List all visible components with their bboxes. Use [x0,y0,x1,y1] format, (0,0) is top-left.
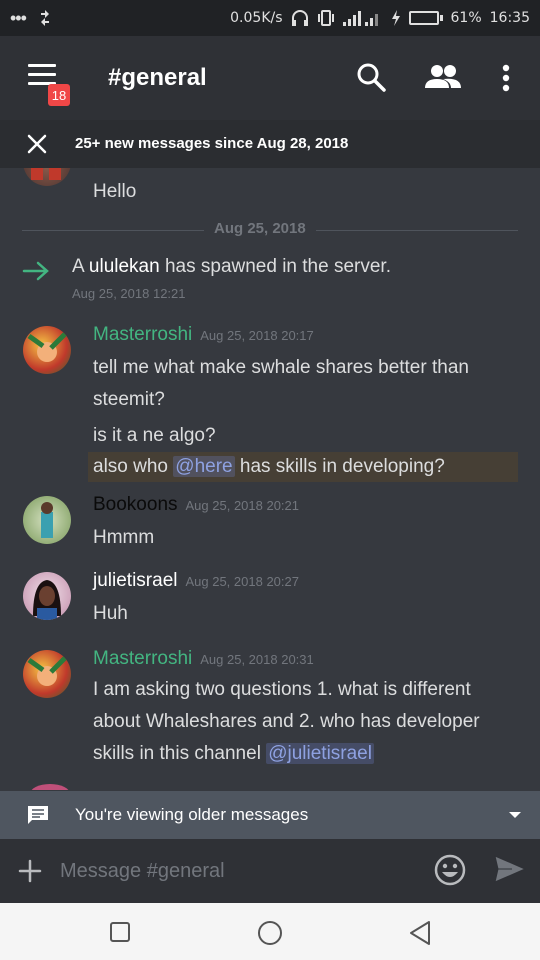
add-attachment-icon[interactable] [18,859,42,883]
date-divider-label: Aug 25, 2018 [204,220,316,237]
app-bar: 18 #general [0,36,540,120]
search-icon[interactable] [356,62,386,92]
message-composer: Message #general [0,839,540,903]
message-text: about Whaleshares and 2. who has develop… [93,711,480,732]
join-arrow-icon [22,261,49,281]
message-text: Hmmm [93,527,155,548]
menu-icon[interactable] [28,64,56,86]
avatar[interactable] [23,496,71,544]
message-list[interactable]: Hello Aug 25, 2018 A ululekan has spawne… [0,168,540,790]
message-text: Hello [93,181,137,202]
clock: 16:35 [489,10,530,26]
message-timestamp: Aug 25, 2018 20:17 [200,328,314,343]
mention-here[interactable]: @here [173,456,235,477]
system-message-user[interactable]: ululekan [89,256,160,277]
message-icon [28,806,48,824]
message-author[interactable]: Masterroshi Aug 25, 2018 20:17 [93,324,314,346]
message-input[interactable]: Message #general [60,860,225,883]
older-messages-text: You're viewing older messages [75,805,309,824]
back-icon[interactable] [409,920,431,946]
members-icon[interactable] [425,64,461,90]
message-timestamp: Aug 25, 2018 20:31 [200,652,314,667]
system-message-text: A ululekan has spawned in the server. [72,256,391,277]
channel-title: #general [108,64,207,91]
emoji-icon[interactable] [434,854,466,886]
message-text: is it a ne algo? [93,425,216,446]
battery-percent: 61% [450,10,482,26]
message-author[interactable]: julietisrael Aug 25, 2018 20:27 [93,570,299,592]
close-icon[interactable] [26,133,48,155]
message-text: also who @here has skills in developing? [93,456,445,477]
home-icon[interactable] [257,920,283,946]
battery-icon [408,11,443,25]
message-timestamp: Aug 25, 2018 20:21 [185,498,300,513]
signal-icon [342,11,378,26]
status-bar: ••• 0.05K/s 61% 16:35 [0,0,540,36]
system-message-timestamp: Aug 25, 2018 12:21 [72,286,186,301]
unread-badge: 18 [48,84,70,106]
message-timestamp: Aug 25, 2018 20:27 [185,574,299,589]
system-nav-bar [0,903,540,960]
older-messages-bar[interactable]: You're viewing older messages [0,791,540,839]
message-author[interactable]: Masterroshi Aug 25, 2018 20:31 [93,648,314,670]
message-text: I am asking two questions 1. what is dif… [93,679,471,700]
more-vertical-icon[interactable] [501,64,511,92]
new-messages-bar[interactable]: 25+ new messages since Aug 28, 2018 [0,120,540,168]
net-speed: 0.05K/s [230,10,283,26]
send-icon[interactable] [494,855,526,883]
message-text: Huh [93,603,128,624]
avatar[interactable] [23,326,71,374]
avatar[interactable] [23,168,71,186]
vibrate-icon [317,10,334,26]
headphones-icon [291,10,308,26]
charging-icon [391,10,400,26]
message-text: steemit? [93,389,165,410]
sync-icon [40,10,49,26]
mention-user[interactable]: @julietisrael [266,743,374,764]
avatar[interactable] [23,572,71,620]
avatar[interactable] [23,650,71,698]
new-messages-text: 25+ new messages since Aug 28, 2018 [75,135,349,152]
recent-apps-icon[interactable] [109,921,131,943]
message-text: tell me what make swhale shares better t… [93,357,469,378]
chevron-down-icon[interactable] [508,810,522,820]
avatar[interactable] [30,784,70,790]
message-text: skills in this channel @julietisrael [93,743,374,764]
message-author[interactable]: Bookoons Aug 25, 2018 20:21 [93,494,299,516]
more-dots-icon: ••• [10,7,27,28]
